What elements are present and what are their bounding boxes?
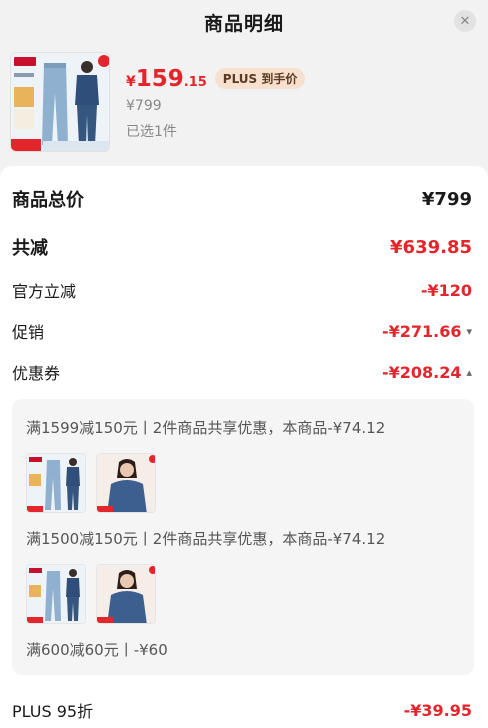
product-thumb-jacket[interactable]: [96, 564, 156, 624]
discount-label: 官方立减: [12, 282, 77, 301]
discount-value: -¥208.24: [381, 362, 462, 382]
jeans-product-illustration: [11, 53, 109, 151]
plus-discount-row: PLUS 95折 -¥39.95: [12, 698, 472, 722]
total-price-row: 商品总价 ¥799: [12, 186, 472, 212]
discount-row-coupon[interactable]: 优惠券 -¥208.24 ▴: [12, 360, 472, 384]
discount-label: 促销: [12, 323, 45, 342]
discount-row-official: 官方立减 -¥120: [12, 278, 472, 302]
discount-value: -¥271.66: [381, 321, 462, 341]
coupon-text: 满600减60元丨-¥60: [26, 641, 168, 659]
product-thumb-jacket[interactable]: [96, 453, 156, 513]
chevron-down-icon[interactable]: ▾: [466, 325, 472, 338]
jeans-thumb-illustration: [27, 565, 85, 623]
selected-count: 已选1件: [126, 124, 177, 140]
jacket-thumb-illustration: [97, 565, 155, 623]
plus-price-badge: PLUS 到手价: [214, 68, 306, 89]
total-reduce-label: 共减: [12, 238, 48, 259]
product-detail-sheet: 商品明细 ✕ ¥ 159 .15 PLUS 到手价 ¥799 已选1件 商品总价…: [0, 0, 488, 728]
close-icon[interactable]: ✕: [454, 10, 476, 32]
product-image[interactable]: [10, 52, 110, 152]
coupon-text: 满1500减150元丨2件商品共享优惠，本商品-¥74.12: [26, 530, 386, 548]
total-price-value: ¥799: [421, 188, 472, 210]
total-reduce-row: 共减 ¥639.85: [12, 234, 472, 260]
discount-value-wrap: -¥208.24 ▴: [382, 363, 472, 382]
chevron-up-icon[interactable]: ▴: [466, 366, 472, 379]
coupon-text: 满1599减150元丨2件商品共享优惠，本商品-¥74.12: [26, 419, 386, 437]
coupon-product-thumbs: [26, 564, 156, 624]
sheet-title: 商品明细: [203, 12, 284, 35]
price-decimal: .15: [183, 75, 207, 90]
sheet-header: 商品明细 ✕: [0, 0, 488, 44]
price-detail-card: 商品总价 ¥799 共减 ¥639.85 官方立减 -¥120 促销 -¥271…: [0, 166, 488, 728]
discount-value-wrap: -¥271.66 ▾: [382, 322, 472, 341]
plus-discount-label: PLUS 95折: [12, 702, 94, 721]
discount-row-promotion[interactable]: 促销 -¥271.66 ▾: [12, 319, 472, 343]
original-price: ¥799: [126, 98, 162, 114]
price-row: ¥ 159 .15 PLUS 到手价: [126, 66, 306, 92]
price-symbol: ¥: [126, 74, 136, 90]
coupon-details: 满1599减150元丨2件商品共享优惠，本商品-¥74.12 满1500减150…: [12, 399, 474, 675]
total-price-label: 商品总价: [12, 190, 84, 211]
total-reduce-value: ¥639.85: [390, 236, 472, 258]
product-thumb-jeans[interactable]: [26, 453, 86, 513]
jeans-thumb-illustration: [27, 454, 85, 512]
price-integer: 159: [135, 66, 184, 92]
jacket-thumb-illustration: [97, 454, 155, 512]
plus-discount-value: -¥39.95: [403, 700, 472, 720]
discount-value: -¥120: [420, 280, 472, 300]
product-summary: ¥ 159 .15 PLUS 到手价 ¥799 已选1件: [0, 44, 488, 166]
product-thumb-jeans[interactable]: [26, 564, 86, 624]
coupon-product-thumbs: [26, 453, 156, 513]
discount-label: 优惠券: [12, 364, 61, 383]
